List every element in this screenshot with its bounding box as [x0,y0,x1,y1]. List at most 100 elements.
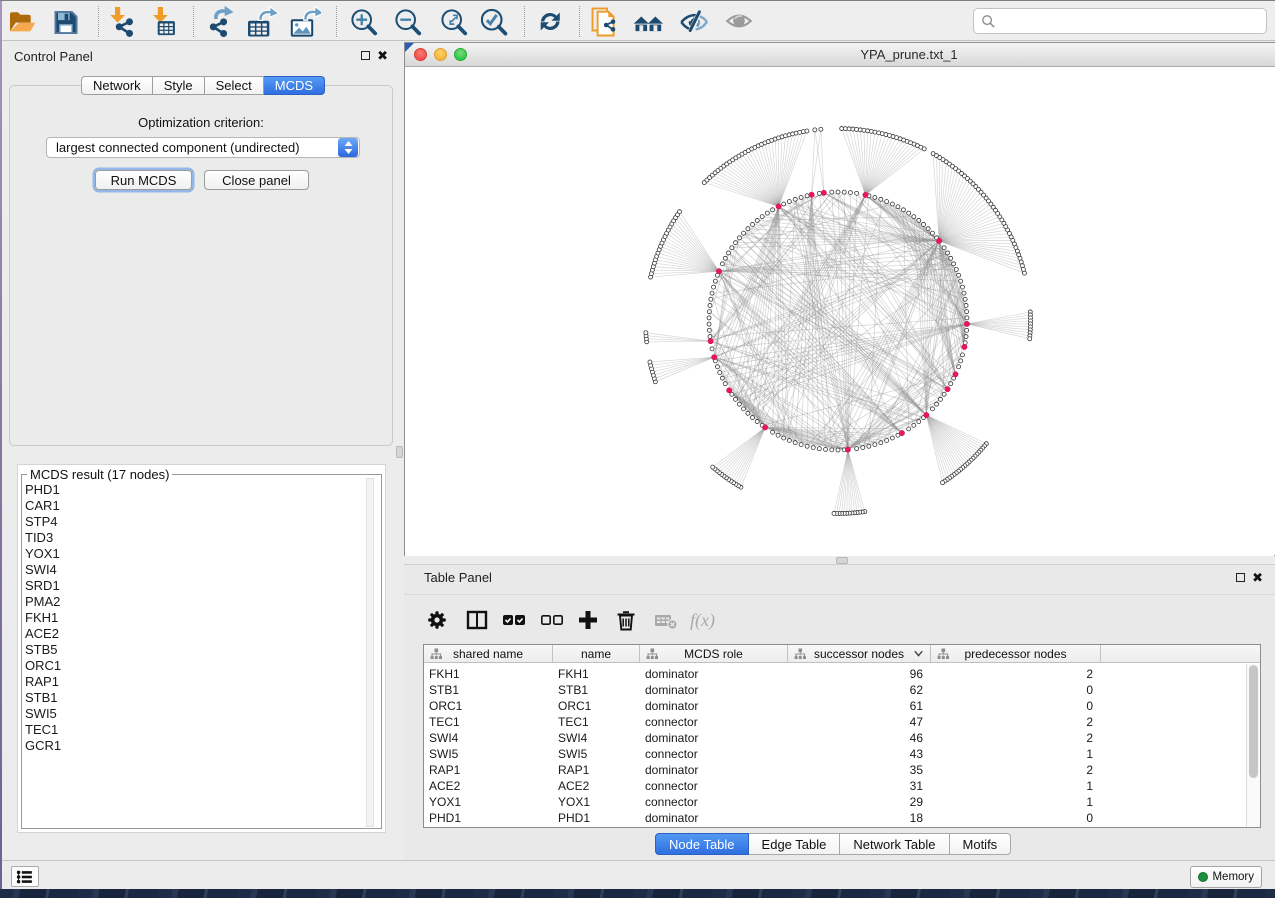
optimization-criterion-select[interactable]: largest connected component (undirected) [46,137,360,158]
mcds-result-item[interactable]: RAP1 [23,674,365,690]
show-selected-icon[interactable] [726,6,760,40]
cell-name: PHD1 [553,811,640,825]
network-window-titlebar[interactable]: YPA_prune.txt_1 [405,43,1275,67]
table-row[interactable]: ORC1ORC1dominator610 [424,698,1260,714]
delete-column-icon[interactable] [613,607,639,633]
table-row[interactable]: YOX1YOX1connector291 [424,794,1260,810]
mcds-result-item[interactable]: STB1 [23,690,365,706]
cell-mcds_role: connector [640,779,788,793]
window-minimize-button[interactable] [434,48,447,61]
export-network-icon[interactable] [204,4,238,38]
window-close-button[interactable] [414,48,427,61]
mcds-result-list[interactable]: PHD1CAR1STP4TID3YOX1SWI4SRD1PMA2FKH1ACE2… [23,482,365,830]
deselect-all-icon[interactable] [538,607,564,633]
table-options-icon[interactable] [424,607,450,633]
apply-layout-icon[interactable] [540,12,574,46]
import-network-database-icon[interactable] [591,7,625,41]
cell-name: ORC1 [553,699,640,713]
mcds-result-item[interactable]: PHD1 [23,482,365,498]
mcds-result-item[interactable]: TID3 [23,530,365,546]
show-all-networks-icon[interactable] [633,4,667,38]
table-row[interactable]: FKH1FKH1dominator962 [424,666,1260,682]
cell-name: TEC1 [553,715,640,729]
table-row[interactable]: SWI5SWI5connector431 [424,746,1260,762]
node-table-scrollbar[interactable] [1246,664,1260,827]
cell-predecessor_nodes: 0 [931,699,1101,713]
save-session-icon[interactable] [54,10,88,44]
cell-shared_name: SWI4 [424,731,553,745]
run-mcds-button[interactable]: Run MCDS [95,170,192,190]
hide-selected-icon[interactable] [679,6,713,40]
control-tab-style[interactable]: Style [153,76,205,95]
mcds-result-item[interactable]: FKH1 [23,610,365,626]
table-row[interactable]: STB1STB1dominator620 [424,682,1260,698]
zoom-selected-icon[interactable] [481,8,515,42]
mcds-result-item[interactable]: STP4 [23,514,365,530]
table-row[interactable]: ACE2ACE2connector311 [424,778,1260,794]
mcds-result-item[interactable]: SWI5 [23,706,365,722]
control-tab-mcds[interactable]: MCDS [264,76,325,95]
column-header-predecessor-nodes[interactable]: predecessor nodes [931,645,1101,663]
control-tab-network[interactable]: Network [81,76,153,95]
mcds-result-item[interactable]: CAR1 [23,498,365,514]
control-panel-float-button[interactable] [361,51,370,60]
export-table-icon[interactable] [245,5,279,39]
mcds-result-item[interactable]: ORC1 [23,658,365,674]
cell-predecessor_nodes: 0 [931,683,1101,697]
table-panel-close-button[interactable]: ✖ [1252,572,1263,583]
cell-mcds_role: dominator [640,763,788,777]
network-graph-canvas[interactable] [405,68,1274,556]
table-tab-edge-table[interactable]: Edge Table [749,833,841,855]
mcds-result-item[interactable]: PMA2 [23,594,365,610]
zoom-in-icon[interactable] [351,8,385,42]
table-row[interactable]: PHD1PHD1dominator180 [424,810,1260,826]
control-panel-close-button[interactable]: ✖ [377,50,388,61]
table-row[interactable]: RAP1RAP1dominator352 [424,762,1260,778]
column-header-shared-name[interactable]: shared name [424,645,553,663]
open-file-icon[interactable] [9,8,43,42]
import-network-icon[interactable] [107,6,141,40]
table-tab-node-table[interactable]: Node Table [655,833,749,855]
table-panel-float-button[interactable] [1236,573,1245,582]
mcds-result-item[interactable]: ACE2 [23,626,365,642]
cell-shared_name: ORC1 [424,699,553,713]
mcds-result-item[interactable]: SRD1 [23,578,365,594]
node-table-scrollbar-thumb[interactable] [1249,665,1258,778]
window-zoom-button[interactable] [454,48,467,61]
memory-button-label: Memory [1212,871,1254,883]
column-header-MCDS-role[interactable]: MCDS role [640,645,788,663]
control-tab-select[interactable]: Select [205,76,264,95]
memory-button[interactable]: Memory [1190,866,1262,888]
table-row[interactable]: TEC1TEC1connector472 [424,714,1260,730]
task-history-button[interactable] [11,866,39,887]
add-column-icon[interactable] [575,607,601,633]
export-image-icon[interactable] [287,4,321,38]
network-window-title: YPA_prune.txt_1 [829,47,989,62]
select-all-check-icon[interactable] [500,607,526,633]
search-box[interactable] [973,8,1267,34]
mcds-result-item[interactable]: SWI4 [23,562,365,578]
horizontal-split-handle[interactable] [836,557,848,564]
zoom-fit-icon[interactable] [441,8,475,42]
import-table-icon[interactable] [150,6,184,40]
vertical-split-handle[interactable] [396,446,403,458]
cell-predecessor_nodes: 2 [931,731,1101,745]
table-tab-motifs[interactable]: Motifs [950,833,1012,855]
cell-name: SWI4 [553,731,640,745]
toolbar-separator [524,6,525,37]
cell-predecessor_nodes: 2 [931,715,1101,729]
search-input[interactable] [996,11,1266,31]
close-panel-button[interactable]: Close panel [204,170,309,190]
mcds-result-scrollbar[interactable] [366,478,374,827]
node-table-header: shared namenameMCDS rolesuccessor nodesp… [424,645,1260,663]
mcds-result-item[interactable]: TEC1 [23,722,365,738]
zoom-out-icon[interactable] [395,8,429,42]
mcds-result-item[interactable]: STB5 [23,642,365,658]
table-tab-network-table[interactable]: Network Table [840,833,949,855]
column-layout-icon[interactable] [464,607,490,633]
mcds-result-item[interactable]: YOX1 [23,546,365,562]
table-row[interactable]: SWI4SWI4dominator462 [424,730,1260,746]
column-header-name[interactable]: name [553,645,640,663]
column-header-successor-nodes[interactable]: successor nodes [788,645,931,663]
mcds-result-item[interactable]: GCR1 [23,738,365,754]
